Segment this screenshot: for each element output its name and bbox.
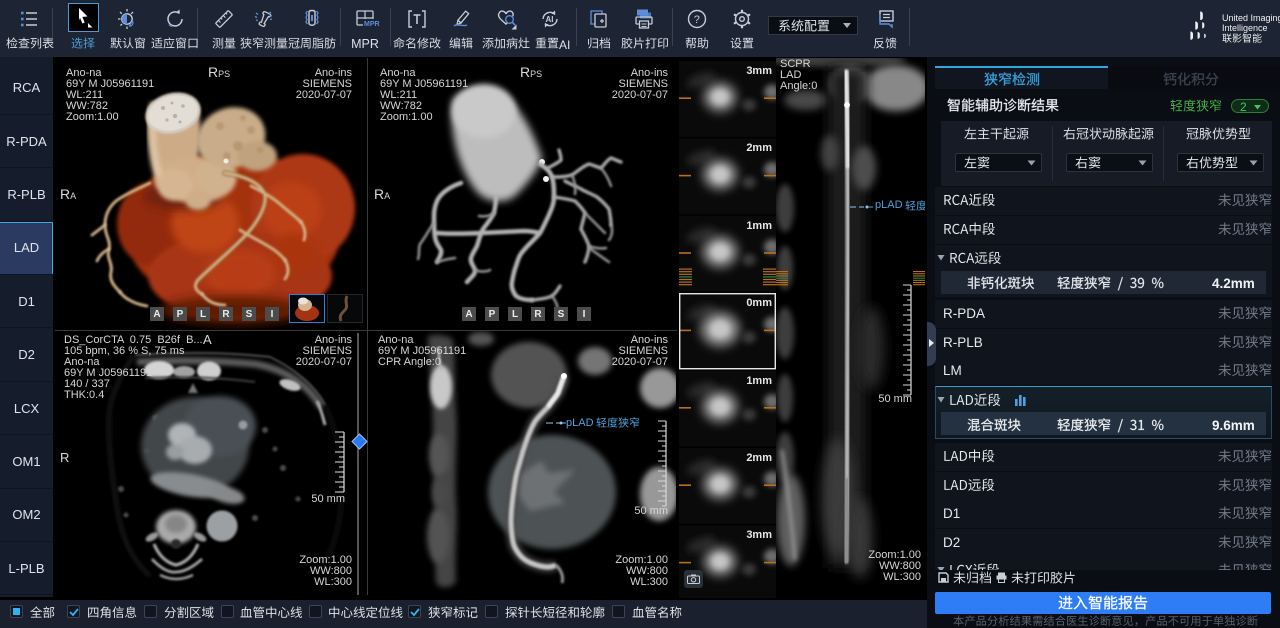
svg-text:?: ? [694, 14, 700, 26]
svg-text:MPR: MPR [364, 21, 380, 28]
svg-text:AI: AI [546, 15, 554, 24]
